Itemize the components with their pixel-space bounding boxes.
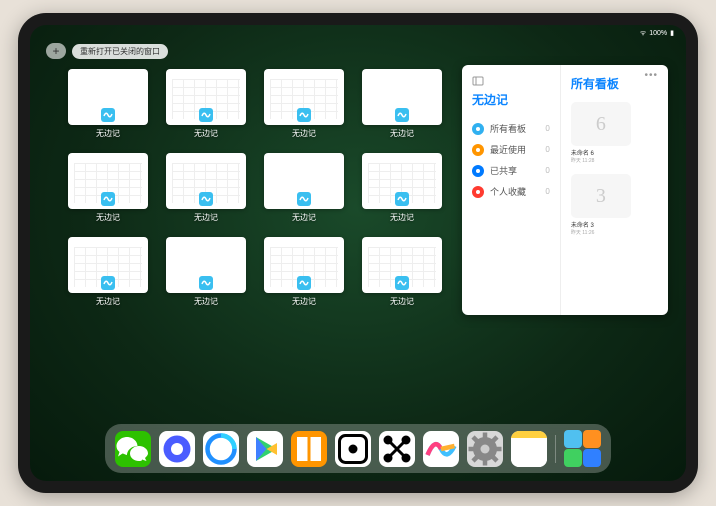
window-thumbnail[interactable]: 无边记 — [68, 69, 148, 143]
window-thumbnail[interactable]: 无边记 — [264, 237, 344, 311]
status-bar: ᯤ 100% ▮ — [30, 25, 686, 41]
freeform-app-icon — [101, 276, 115, 290]
board-thumbnail: 6 — [571, 102, 631, 146]
window-label: 无边记 — [194, 296, 218, 307]
freeform-app-icon — [199, 192, 213, 206]
sidebar-item[interactable]: 所有看板 0 — [472, 118, 550, 139]
wifi-icon: ᯤ — [640, 29, 646, 38]
freeform-app-icon — [297, 192, 311, 206]
window-thumbnail[interactable]: 无边记 — [68, 237, 148, 311]
window-thumbnail[interactable]: 无边记 — [362, 69, 442, 143]
freeform-app-icon — [199, 276, 213, 290]
sidebar-item-label: 最近使用 — [490, 143, 526, 156]
sidebar-title: 无边记 — [472, 91, 550, 108]
sidebar-item-label: 已共享 — [490, 164, 517, 177]
sidebar-item-count: 0 — [545, 166, 549, 175]
window-thumbnail[interactable]: 无边记 — [166, 237, 246, 311]
board-timestamp: 昨天 11:28 — [571, 157, 631, 164]
reopen-closed-window-button[interactable]: 重新打开已关闭的窗口 — [72, 44, 168, 59]
dice-app-icon[interactable] — [335, 431, 371, 467]
battery-icon: ▮ — [670, 29, 674, 37]
window-label: 无边记 — [194, 212, 218, 223]
qqbrowser-app-icon[interactable] — [203, 431, 239, 467]
category-icon — [472, 165, 484, 177]
freeform-app-icon — [101, 108, 115, 122]
freeform-app-icon — [395, 108, 409, 122]
board-card[interactable]: 6 未命名 6昨天 11:28 — [571, 102, 631, 164]
more-icon[interactable]: ••• — [644, 70, 658, 81]
sidebar-item-count: 0 — [545, 145, 549, 154]
window-label: 无边记 — [390, 212, 414, 223]
window-thumbnail[interactable]: 无边记 — [166, 153, 246, 227]
window-thumbnail[interactable]: 无边记 — [68, 153, 148, 227]
board-thumbnail: 3 — [571, 174, 631, 218]
board-card[interactable]: 3 未命名 3昨天 11:26 — [571, 174, 631, 236]
freeform-app-icon — [395, 276, 409, 290]
wechat-app-icon[interactable] — [115, 431, 151, 467]
settings-app-icon[interactable] — [467, 431, 503, 467]
books-app-icon[interactable] — [291, 431, 327, 467]
boards-pane: 所有看板 6未命名 6昨天 11:283未命名 3昨天 11:26 — [561, 65, 668, 315]
window-thumbnail[interactable]: 无边记 — [264, 153, 344, 227]
window-thumbnail[interactable]: 无边记 — [264, 69, 344, 143]
window-label: 无边记 — [194, 128, 218, 139]
board-timestamp: 昨天 11:26 — [571, 229, 631, 236]
window-label: 无边记 — [390, 296, 414, 307]
board-label: 未命名 3 — [571, 220, 631, 229]
category-icon — [472, 123, 484, 135]
freeform-app-icon[interactable] — [423, 431, 459, 467]
freeform-app-icon — [297, 276, 311, 290]
window-thumbnail[interactable]: 无边记 — [166, 69, 246, 143]
window-thumbnail[interactable]: 无边记 — [362, 153, 442, 227]
board-label: 未命名 6 — [571, 148, 631, 157]
notes-app-icon[interactable] — [511, 431, 547, 467]
sidebar-item-label: 个人收藏 — [490, 185, 526, 198]
window-thumbnail[interactable]: 无边记 — [362, 237, 442, 311]
window-label: 无边记 — [292, 212, 316, 223]
connect-app-icon[interactable] — [379, 431, 415, 467]
dock-separator — [555, 435, 556, 463]
window-label: 无边记 — [96, 128, 120, 139]
sidebar-item[interactable]: 最近使用 0 — [472, 139, 550, 160]
window-label: 无边记 — [292, 128, 316, 139]
aliyun-app-icon[interactable] — [247, 431, 283, 467]
sidebar-item-count: 0 — [545, 187, 549, 196]
quark-app-icon[interactable] — [159, 431, 195, 467]
sidebar-item[interactable]: 已共享 0 — [472, 160, 550, 181]
window-label: 无边记 — [292, 296, 316, 307]
freeform-app-icon — [199, 108, 213, 122]
freeform-app-icon — [395, 192, 409, 206]
window-label: 无边记 — [96, 296, 120, 307]
app-library-icon[interactable] — [564, 430, 601, 467]
ipad-frame: ᯤ 100% ▮ + 重新打开已关闭的窗口 无边记无边记无边记无边记无边记无边记… — [18, 13, 698, 493]
main-window[interactable]: ••• 无边记 所有看板0最近使用0已共享0个人收藏0 所有看板 6未命名 6昨… — [462, 65, 668, 417]
sidebar-toggle-icon[interactable] — [472, 75, 484, 87]
window-label: 无边记 — [96, 212, 120, 223]
window-label: 无边记 — [390, 128, 414, 139]
category-icon — [472, 144, 484, 156]
ipad-screen: ᯤ 100% ▮ + 重新打开已关闭的窗口 无边记无边记无边记无边记无边记无边记… — [30, 25, 686, 481]
app-expose-grid: 无边记无边记无边记无边记无边记无边记无边记无边记无边记无边记无边记无边记 — [68, 69, 442, 417]
sidebar-item[interactable]: 个人收藏 0 — [472, 181, 550, 202]
category-icon — [472, 186, 484, 198]
freeform-app-icon — [101, 192, 115, 206]
sidebar-item-label: 所有看板 — [490, 122, 526, 135]
freeform-app-icon — [297, 108, 311, 122]
new-window-button[interactable]: + — [46, 43, 66, 59]
battery-percent: 100% — [649, 30, 667, 37]
dock — [105, 424, 611, 473]
sidebar: 无边记 所有看板 0 最近使用 0 已共享 0 个人收藏 0 — [462, 65, 561, 315]
sidebar-item-count: 0 — [545, 124, 549, 133]
